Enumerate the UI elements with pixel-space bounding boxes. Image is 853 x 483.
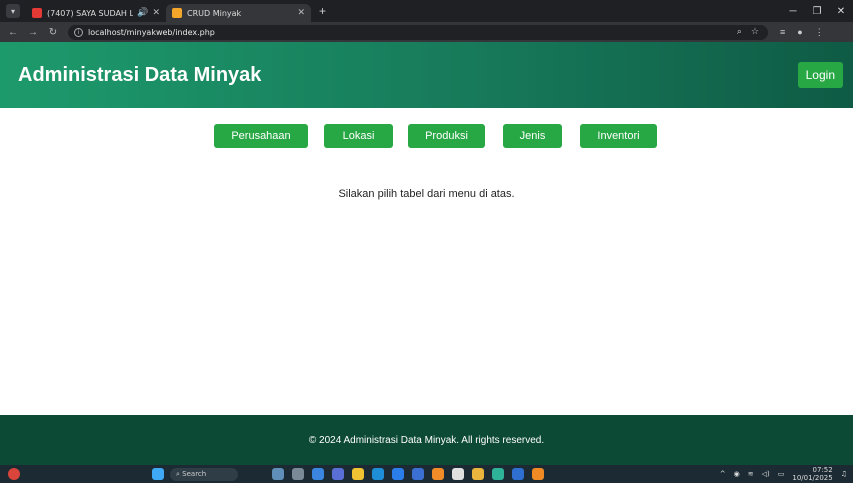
clock-date: 10/01/2025	[792, 474, 833, 482]
new-tab-icon[interactable]: +	[319, 4, 326, 18]
login-button[interactable]: Login	[797, 62, 843, 88]
network-icon[interactable]: ◉	[734, 470, 740, 478]
teams-icon[interactable]	[332, 468, 344, 480]
restore-icon[interactable]: ❐	[805, 6, 829, 17]
page-favicon-icon	[172, 8, 182, 18]
edge-icon[interactable]	[372, 468, 384, 480]
taskbar: ⌕ Search ^ ◉ ≋ ◁) ▭ 07:52 10/01/2025 ♫	[0, 465, 853, 483]
vscode-icon[interactable]	[412, 468, 424, 480]
close-window-icon[interactable]: ✕	[829, 6, 853, 17]
taskbar-search[interactable]: ⌕ Search	[170, 467, 238, 481]
nav-jenis-button[interactable]: Jenis	[503, 124, 562, 148]
youtube-favicon-icon	[32, 8, 42, 18]
profile-icon[interactable]: ●	[797, 27, 802, 37]
tab-title: CRUD Minyak	[187, 8, 242, 18]
forward-icon[interactable]: →	[26, 27, 40, 38]
browser-toolbar: ← → ↻ i localhost/minyakweb/index.php ⌕ …	[0, 22, 853, 42]
footer-copyright: © 2024 Administrasi Data Minyak. All rig…	[308, 434, 545, 446]
empty-state-message: Silakan pilih tabel dari menu di atas.	[338, 188, 515, 200]
search-label: Search	[182, 470, 207, 478]
address-bar[interactable]: i localhost/minyakweb/index.php ⌕ ☆	[68, 24, 768, 40]
system-tray: ^ ◉ ≋ ◁) ▭ 07:52 10/01/2025 ♫	[712, 465, 847, 483]
nav-lokasi-button[interactable]: Lokasi	[324, 124, 393, 148]
word-icon[interactable]	[512, 468, 524, 480]
xampp-icon[interactable]	[532, 468, 544, 480]
web-page: Administrasi Data Minyak Login Perusahaa…	[0, 42, 853, 465]
close-tab-icon[interactable]: ✕	[297, 8, 305, 18]
nav-produksi-button[interactable]: Produksi	[408, 124, 485, 148]
wifi-icon[interactable]: ≋	[748, 470, 754, 478]
zoom-icon[interactable]: ⌕	[737, 27, 742, 37]
start-windows-icon[interactable]	[152, 468, 164, 480]
bookmark-star-icon[interactable]: ☆	[751, 27, 759, 37]
media-control-icon[interactable]: ≡	[780, 27, 785, 37]
reload-icon[interactable]: ↻	[46, 27, 60, 38]
address-text: localhost/minyakweb/index.php	[88, 27, 215, 37]
notification-bell-icon[interactable]: ♫	[841, 470, 847, 478]
tab-youtube[interactable]: (7407) SAYA SUDAH LAPAR 🔊 ✕	[26, 4, 166, 22]
nav-perusahaan-button[interactable]: Perusahaan	[214, 124, 308, 148]
clock-time: 07:52	[812, 466, 833, 474]
app-header: Administrasi Data Minyak Login	[0, 42, 853, 108]
clock[interactable]: 07:52 10/01/2025	[792, 466, 832, 482]
site-info-icon[interactable]: i	[74, 27, 83, 37]
table-menu: Perusahaan Lokasi Produksi Jenis Invento…	[0, 124, 853, 148]
file-explorer-icon[interactable]	[352, 468, 364, 480]
volume-icon[interactable]: ◁)	[762, 470, 770, 478]
window-controls: ─ ❐ ✕	[781, 0, 853, 22]
back-icon[interactable]: ←	[6, 27, 20, 38]
page-footer: © 2024 Administrasi Data Minyak. All rig…	[0, 415, 853, 465]
whatsapp-icon[interactable]	[492, 468, 504, 480]
tab-title: (7407) SAYA SUDAH LAPAR	[47, 8, 134, 18]
show-hidden-icons-icon[interactable]: ^	[720, 470, 726, 478]
tab-search-icon[interactable]: ▾	[6, 4, 20, 18]
app-icon[interactable]	[452, 468, 464, 480]
minimize-icon[interactable]: ─	[781, 6, 805, 17]
firefox-icon[interactable]	[432, 468, 444, 480]
close-tab-icon[interactable]: ✕	[152, 8, 160, 18]
browser-tab-bar: ▾ (7407) SAYA SUDAH LAPAR 🔊 ✕ CRUD Minya…	[0, 0, 853, 22]
task-view-icon[interactable]	[292, 468, 304, 480]
widget-icon[interactable]	[272, 468, 284, 480]
speaker-icon: 🔊	[137, 8, 149, 18]
page-title: Administrasi Data Minyak	[18, 64, 262, 86]
copilot-icon[interactable]	[312, 468, 324, 480]
chrome-icon[interactable]	[472, 468, 484, 480]
store-icon[interactable]	[392, 468, 404, 480]
weather-widget-icon[interactable]	[8, 468, 20, 480]
battery-icon[interactable]: ▭	[778, 470, 785, 478]
tab-crud-minyak[interactable]: CRUD Minyak ✕	[166, 4, 311, 22]
menu-icon[interactable]: ⋮	[815, 27, 824, 38]
nav-inventori-button[interactable]: Inventori	[580, 124, 657, 148]
